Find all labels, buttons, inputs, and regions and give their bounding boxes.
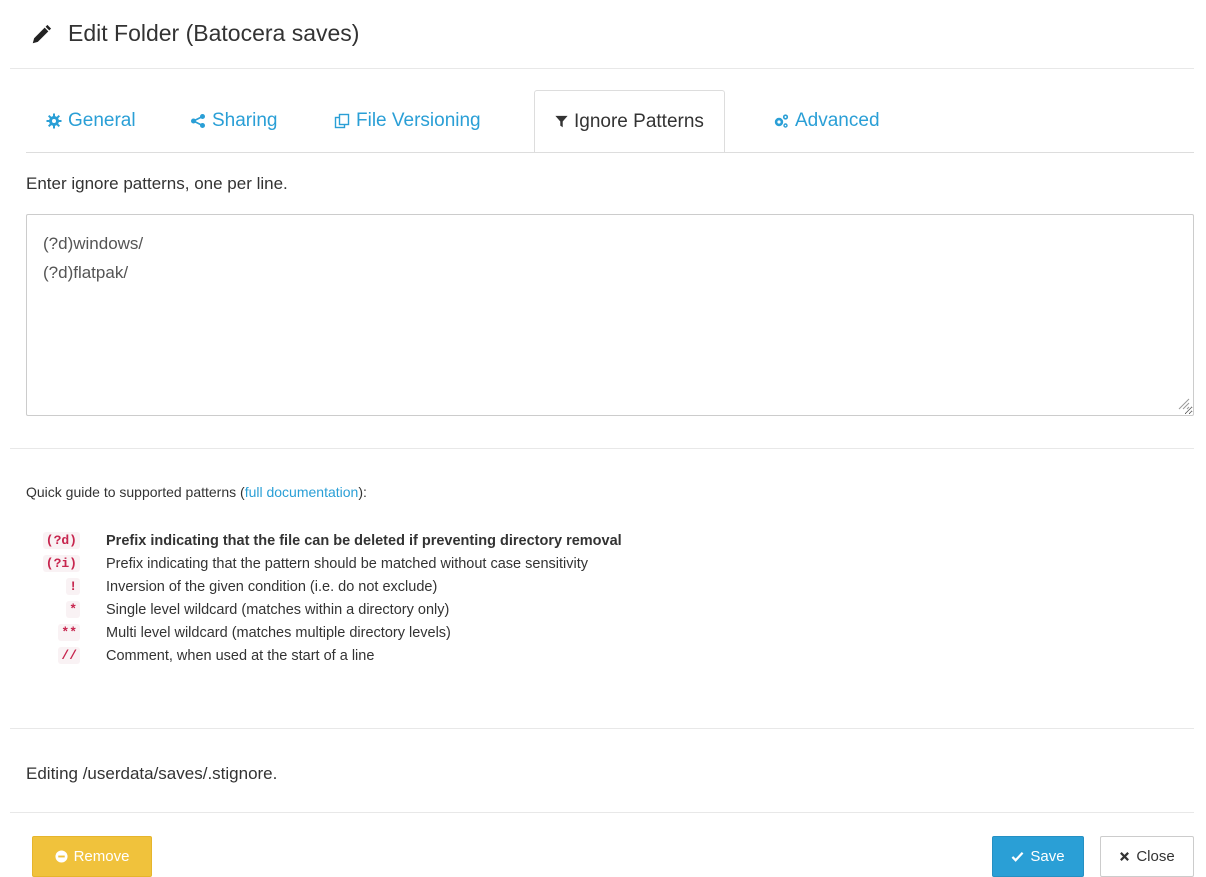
quick-guide-prefix: Quick guide to supported patterns ( [26, 484, 245, 500]
pattern-code: * [66, 601, 80, 618]
footer-divider [10, 812, 1194, 813]
editing-file-note: Editing /userdata/saves/.stignore. [26, 764, 278, 783]
close-button-label: Close [1136, 848, 1175, 865]
pattern-code: // [58, 647, 80, 664]
quick-guide: Quick guide to supported patterns (full … [26, 484, 367, 500]
pattern-help-row: * Single level wildcard (matches within … [26, 599, 926, 622]
pattern-description: Comment, when used at the start of a lin… [106, 648, 375, 664]
pattern-help-list: (?d) Prefix indicating that the file can… [26, 530, 926, 668]
modal-header: Edit Folder (Batocera saves) [0, 0, 1206, 68]
resize-handle-icon[interactable] [1176, 396, 1190, 410]
save-button[interactable]: Save [992, 836, 1084, 877]
full-documentation-link[interactable]: full documentation [245, 484, 359, 500]
pattern-help-row: ! Inversion of the given condition (i.e.… [26, 576, 926, 599]
save-button-label: Save [1030, 848, 1065, 865]
pattern-help-row: (?i) Prefix indicating that the pattern … [26, 553, 926, 576]
tab-ignore-patterns[interactable]: Ignore Patterns [534, 90, 725, 153]
pattern-description: Prefix indicating that the pattern shoul… [106, 556, 588, 572]
tab-bar: General Sharing File Versioning Ignore P… [26, 90, 1194, 154]
tab-file-versioning[interactable]: File Versioning [334, 90, 481, 152]
section-divider [10, 448, 1194, 449]
minus-circle-icon [55, 850, 68, 863]
pattern-description: Single level wildcard (matches within a … [106, 602, 450, 618]
tab-general-label: General [68, 110, 136, 131]
filter-icon [555, 115, 568, 128]
ignore-patterns-textarea[interactable]: (?d)windows/ (?d)flatpak/ [26, 214, 1194, 416]
tab-sharing[interactable]: Sharing [190, 90, 278, 152]
pattern-help-row: (?d) Prefix indicating that the file can… [26, 530, 926, 553]
pattern-help-row: // Comment, when used at the start of a … [26, 645, 926, 668]
pattern-code: ** [58, 624, 80, 641]
pattern-code: (?d) [42, 532, 80, 549]
pattern-description: Prefix indicating that the file can be d… [106, 533, 622, 549]
tab-underline [26, 152, 1194, 153]
quick-guide-suffix: ): [358, 484, 367, 500]
tab-general[interactable]: General [46, 90, 136, 152]
share-icon [191, 114, 205, 128]
section-divider [10, 728, 1194, 729]
pattern-help-row: ** Multi level wildcard (matches multipl… [26, 622, 926, 645]
tab-file-versioning-label: File Versioning [356, 110, 481, 131]
gear-icon [46, 113, 62, 129]
gears-icon [774, 114, 789, 128]
pencil-icon [32, 24, 52, 44]
header-divider [10, 68, 1194, 69]
remove-button-label: Remove [73, 848, 130, 865]
close-button[interactable]: Close [1100, 836, 1194, 877]
remove-button[interactable]: Remove [32, 836, 152, 877]
pattern-description: Multi level wildcard (matches multiple d… [106, 625, 451, 641]
pattern-code: (?i) [42, 555, 80, 572]
tab-advanced[interactable]: Advanced [773, 90, 880, 152]
modal-title: Edit Folder (Batocera saves) [68, 20, 360, 46]
pattern-code: ! [66, 578, 80, 595]
tab-ignore-patterns-label: Ignore Patterns [574, 110, 704, 132]
tab-advanced-label: Advanced [795, 110, 880, 131]
instructions-text: Enter ignore patterns, one per line. [26, 174, 288, 193]
tab-sharing-label: Sharing [212, 110, 278, 131]
check-icon [1011, 852, 1024, 862]
copy-icon [334, 113, 350, 129]
pattern-description: Inversion of the given condition (i.e. d… [106, 579, 438, 595]
close-icon [1120, 852, 1130, 861]
